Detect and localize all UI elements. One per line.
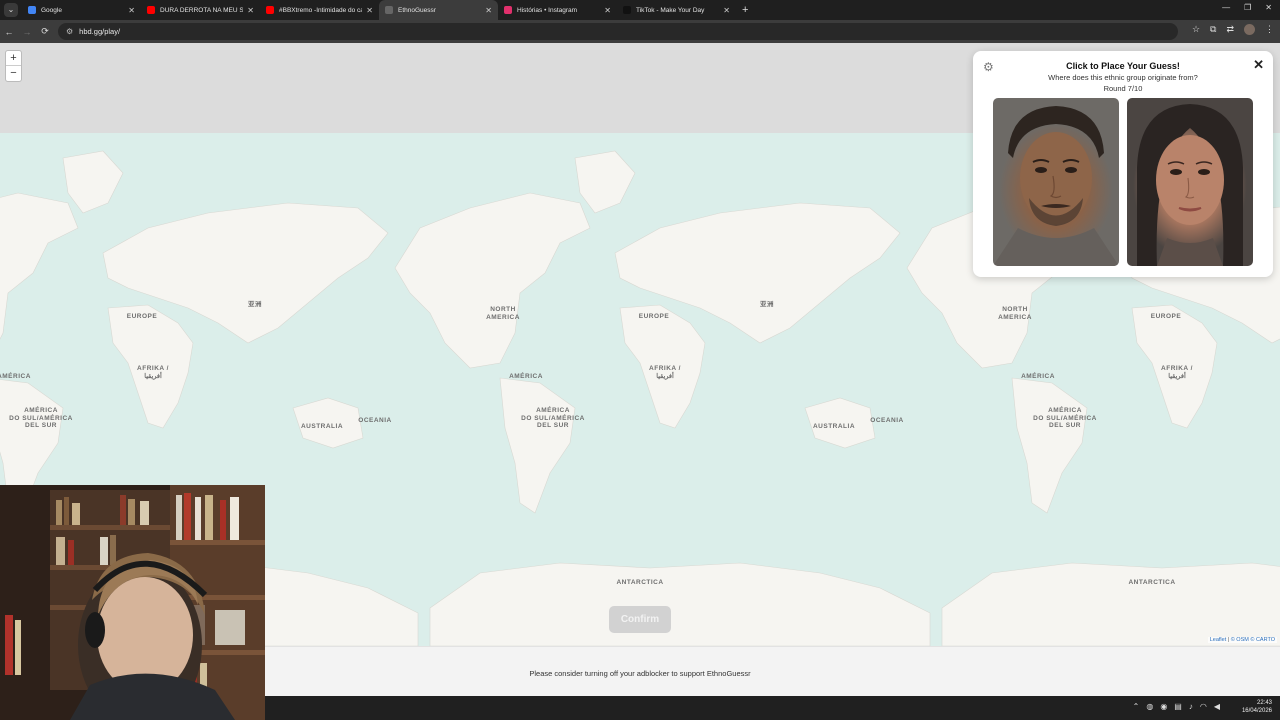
tab-favicon-icon (28, 6, 36, 14)
window-controls: — ❐ ✕ (1222, 3, 1272, 12)
close-icon[interactable]: ✕ (1253, 57, 1264, 73)
bookmark-star-icon[interactable]: ☆ (1192, 24, 1200, 35)
map-region-label: 亚洲 (760, 301, 774, 308)
tray-app-icon[interactable]: ◍ (1146, 702, 1153, 711)
taskbar-clock[interactable]: 22:43 16/04/2026 (1242, 699, 1272, 715)
tab-title: DURA DERROTA NA MEU SEGU (160, 6, 244, 14)
tab-title: #BBXtremo -Intimidade do ca (279, 6, 363, 14)
back-icon[interactable]: ← (0, 27, 18, 37)
close-window-icon[interactable]: ✕ (1265, 3, 1272, 12)
tab-close-icon[interactable]: ✕ (366, 6, 373, 15)
tab-title: TikTok - Make Your Day (636, 6, 705, 14)
address-bar[interactable]: ⚙ hbd.gg/play/ (58, 23, 1178, 40)
map-attribution: Leaflet | © OSM © CARTO (1207, 637, 1277, 643)
translate-icon[interactable]: ⇄ (1226, 24, 1234, 35)
map-region-label: ANTARCTICA (1128, 579, 1176, 586)
map-region-label: EUROPE (1150, 313, 1182, 320)
browser-tab[interactable]: #BBXtremo -Intimidade do ca ✕ (260, 0, 379, 20)
landmass (941, 562, 1280, 646)
url-text: hbd.gg/play/ (79, 27, 121, 36)
map-region-label: EUROPE (638, 313, 670, 320)
leaflet-link[interactable]: Leaflet (1210, 637, 1227, 643)
browser-tab[interactable]: DURA DERROTA NA MEU SEGU✕ (141, 0, 260, 20)
volume-icon[interactable]: ◀ (1214, 702, 1220, 711)
confirm-button[interactable]: Confirm (609, 606, 671, 633)
chevron-up-icon[interactable]: ⌃ (1133, 702, 1140, 711)
browser-toolbar: ← → ⟳ ⚙ hbd.gg/play/ ☆ ⧉ ⇄ ⋮ (0, 20, 1280, 43)
round-counter: Round 7/10 (1103, 84, 1143, 93)
map-region-label: AFRIKA / أفريقيا (1161, 365, 1193, 380)
panel-question: Where does this ethnic group originate f… (1048, 73, 1198, 82)
map-region-label: AMÉRICA (0, 373, 31, 380)
browser-tab[interactable]: Histórias • Instagram ✕ (498, 0, 617, 20)
tab-close-icon[interactable]: ✕ (723, 6, 730, 15)
webcam-overlay (0, 485, 265, 720)
tab-close-icon[interactable]: ✕ (604, 6, 611, 15)
map-region-label: OCEANIA (358, 417, 392, 424)
map-region-label: AFRIKA / أفريقيا (649, 365, 681, 380)
map-region-label: OCEANIA (870, 417, 904, 424)
zoom-control: + − (5, 50, 22, 82)
tab-close-icon[interactable]: ✕ (128, 6, 135, 15)
female-face-image (1127, 98, 1253, 266)
tab-close-icon[interactable]: ✕ (485, 6, 492, 15)
extensions-icon[interactable]: ⧉ (1210, 24, 1216, 35)
wifi-icon[interactable]: ◠ (1200, 702, 1207, 711)
new-tab-button[interactable]: + (742, 4, 748, 16)
map-region-label: AFRIKA / أفريقيا (137, 365, 169, 380)
zoom-in-button[interactable]: + (6, 51, 21, 66)
carto-link[interactable]: © CARTO (1250, 637, 1275, 643)
map-region-label: NORTH AMERICA (486, 306, 520, 321)
map-region-label: EUROPE (126, 313, 158, 320)
profile-avatar[interactable] (1244, 24, 1255, 35)
tab-search-button[interactable]: ⌄ (4, 3, 18, 17)
map-region-label: AUSTRALIA (300, 423, 344, 430)
menu-icon[interactable]: ⋮ (1265, 24, 1274, 35)
browser-tab[interactable]: EthnoGuessr ✕ (379, 0, 498, 20)
reload-icon[interactable]: ⟳ (36, 26, 54, 37)
network-icon[interactable]: ▤ (1174, 702, 1182, 711)
map-region-label: NORTH AMERICA (998, 306, 1032, 321)
minimize-icon[interactable]: — (1222, 3, 1230, 12)
map-region-label: AMÉRICA DO SUL/AMÉRICA DEL SUR (9, 407, 73, 429)
map-region-label: ANTARCTICA (616, 579, 664, 586)
tab-favicon-icon (385, 6, 393, 14)
restore-icon[interactable]: ❐ (1244, 3, 1251, 12)
zoom-out-button[interactable]: − (6, 66, 21, 81)
tab-favicon-icon (266, 6, 274, 14)
map-region-label: AUSTRALIA (812, 423, 856, 430)
tab-strip: ⌄ Google✕DURA DERROTA NA MEU SEGU✕#BBXtr… (0, 0, 1280, 20)
tab-title: Google (41, 6, 62, 14)
tab-title: Histórias • Instagram (517, 6, 578, 14)
system-tray: ⌃ ◍ ◉ ▤ ♪ ◠ ◀ (1133, 702, 1220, 711)
clock-time: 22:43 (1256, 700, 1272, 706)
guess-panel: ⚙ Click to Place Your Guess! Where does … (973, 51, 1273, 277)
panel-title: Click to Place Your Guess! (1066, 61, 1180, 71)
tab-close-icon[interactable]: ✕ (247, 6, 254, 15)
browser-tab[interactable]: Google ✕ (22, 0, 141, 20)
tab-favicon-icon (623, 6, 631, 14)
browser-tab[interactable]: TikTok - Make Your Day ✕ (617, 0, 736, 20)
site-info-icon[interactable]: ⚙ (66, 27, 73, 36)
discord-icon[interactable]: ◉ (1160, 702, 1167, 711)
map-region-label: AMÉRICA DO SUL/AMÉRICA DEL SUR (1033, 407, 1097, 429)
forward-icon[interactable]: → (18, 27, 36, 37)
osm-link[interactable]: © OSM (1231, 637, 1249, 643)
map-region-label: AMÉRICA DO SUL/AMÉRICA DEL SUR (521, 407, 585, 429)
microphone-icon[interactable]: ♪ (1189, 702, 1193, 711)
tab-title: EthnoGuessr (398, 6, 436, 14)
tabs: Google✕DURA DERROTA NA MEU SEGU✕#BBXtrem… (22, 0, 736, 20)
toolbar-actions: ☆ ⧉ ⇄ ⋮ (1192, 24, 1274, 35)
map-region-label: AMÉRICA (509, 373, 543, 380)
map-region-label: 亚洲 (248, 301, 262, 308)
tab-favicon-icon (504, 6, 512, 14)
clock-date: 16/04/2026 (1241, 708, 1272, 714)
tab-favicon-icon (147, 6, 155, 14)
male-face-image (993, 98, 1119, 266)
map-region-label: AMÉRICA (1021, 373, 1055, 380)
